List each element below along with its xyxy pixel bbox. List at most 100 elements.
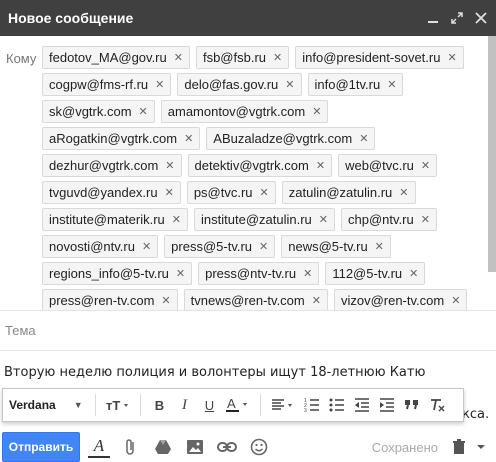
insert-emoji-icon[interactable]: [248, 436, 270, 458]
recipient-chip[interactable]: detektiv@vgtrk.com ✕: [187, 154, 333, 177]
attach-file-icon[interactable]: [120, 436, 142, 458]
align-icon[interactable]: [267, 392, 299, 418]
remove-recipient-icon[interactable]: ✕: [259, 240, 268, 253]
recipient-chip[interactable]: zatulin@zatulin.ru ✕: [281, 181, 416, 204]
remove-recipient-icon[interactable]: ✕: [260, 186, 269, 199]
recipient-chip[interactable]: press@5-tv.ru ✕: [164, 235, 276, 258]
minimize-icon[interactable]: [426, 11, 440, 25]
insert-photo-icon[interactable]: [184, 436, 206, 458]
recipient-chip[interactable]: ps@tvc.ru ✕: [186, 181, 276, 204]
bulleted-list-icon[interactable]: [324, 392, 349, 418]
remove-recipient-icon[interactable]: ✕: [409, 267, 418, 280]
remove-recipient-icon[interactable]: ✕: [421, 159, 430, 172]
popout-icon[interactable]: [450, 11, 464, 25]
compose-titlebar: Новое сообщение: [0, 0, 496, 36]
formatting-options-icon[interactable]: A: [88, 436, 110, 458]
quote-icon[interactable]: [399, 392, 424, 418]
recipient-chips: fedotov_MA@gov.ru ✕ fsb@fsb.ru ✕ info@presid…: [42, 46, 488, 310]
underline-icon[interactable]: U: [197, 392, 222, 418]
recipient-address: tvnews@ren-tv.com: [190, 293, 305, 308]
remove-recipient-icon[interactable]: ✕: [421, 213, 430, 226]
remove-recipient-icon[interactable]: ✕: [316, 159, 325, 172]
remove-recipient-icon[interactable]: ✕: [312, 294, 321, 307]
send-button[interactable]: Отправить: [2, 432, 80, 462]
font-select[interactable]: Verdana ▼: [9, 398, 89, 412]
remove-recipient-icon[interactable]: ✕: [176, 267, 185, 280]
italic-icon[interactable]: I: [172, 392, 197, 418]
recipient-address: ABuzaladze@vgtrk.com: [213, 131, 353, 146]
remove-recipient-icon[interactable]: ✕: [273, 51, 282, 64]
recipient-chip[interactable]: chp@ntv.ru ✕: [340, 208, 437, 231]
recipient-chip[interactable]: news@5-tv.ru ✕: [281, 235, 391, 258]
remove-recipient-icon[interactable]: ✕: [161, 294, 170, 307]
google-drive-icon[interactable]: [152, 436, 174, 458]
recipient-chip[interactable]: tvguvd@yandex.ru ✕: [42, 181, 181, 204]
numbered-list-icon[interactable]: 123: [299, 392, 324, 418]
remove-recipient-icon[interactable]: ✕: [285, 78, 294, 91]
recipient-chip[interactable]: info@1tv.ru ✕: [307, 73, 404, 96]
remove-recipient-icon[interactable]: ✕: [447, 51, 456, 64]
trash-icon[interactable]: [448, 436, 470, 458]
recipient-chip[interactable]: aRogatkin@vgtrk.com ✕: [42, 127, 201, 150]
recipient-chip[interactable]: delo@fas.gov.ru ✕: [177, 73, 302, 96]
recipient-chip[interactable]: press@ntv-tv.ru ✕: [198, 262, 320, 285]
close-icon[interactable]: [474, 11, 488, 25]
recipient-address: zatulin@zatulin.ru: [288, 185, 393, 200]
remove-recipient-icon[interactable]: ✕: [139, 105, 148, 118]
recipient-chip[interactable]: regions_info@5-tv.ru ✕: [42, 262, 193, 285]
window-controls: [426, 11, 496, 25]
remove-recipient-icon[interactable]: ✕: [155, 78, 164, 91]
remove-recipient-icon[interactable]: ✕: [172, 213, 181, 226]
to-label: Кому: [6, 51, 37, 66]
recipient-chip[interactable]: tvnews@ren-tv.com ✕: [183, 289, 328, 310]
remove-recipient-icon[interactable]: ✕: [303, 267, 312, 280]
svg-text:3: 3: [304, 408, 307, 412]
remove-recipient-icon[interactable]: ✕: [312, 105, 321, 118]
recipient-chip[interactable]: institute@zatulin.ru ✕: [194, 208, 335, 231]
remove-recipient-icon[interactable]: ✕: [142, 240, 151, 253]
remove-recipient-icon[interactable]: ✕: [165, 186, 174, 199]
recipient-chip[interactable]: institute@materik.ru ✕: [42, 208, 189, 231]
text-color-icon[interactable]: A: [222, 392, 254, 418]
message-body-line[interactable]: Вторую неделю полиция и волонтеры ищут 1…: [4, 365, 492, 380]
remove-recipient-icon[interactable]: ✕: [451, 294, 460, 307]
subject-field[interactable]: Тема: [0, 312, 496, 348]
insert-link-icon[interactable]: [216, 436, 238, 458]
recipient-chip[interactable]: fedotov_MA@gov.ru ✕: [42, 46, 190, 69]
recipient-chip[interactable]: dezhur@vgtrk.com ✕: [42, 154, 182, 177]
recipient-chip[interactable]: ABuzaladze@vgtrk.com ✕: [206, 127, 376, 150]
more-options-icon[interactable]: [470, 436, 492, 458]
recipient-chip[interactable]: 112@5-tv.ru ✕: [325, 262, 426, 285]
remove-recipient-icon[interactable]: ✕: [184, 132, 193, 145]
remove-recipient-icon[interactable]: ✕: [174, 51, 183, 64]
remove-recipient-icon[interactable]: ✕: [165, 159, 174, 172]
recipient-chip[interactable]: novosti@ntv.ru ✕: [42, 235, 159, 258]
recipient-address: press@5-tv.ru: [171, 239, 253, 254]
recipient-chip[interactable]: cogpw@fms-rf.ru ✕: [42, 73, 172, 96]
recipient-address: ps@tvc.ru: [193, 185, 253, 200]
recipient-chip[interactable]: vizov@ren-tv.com ✕: [333, 289, 468, 310]
font-name: Verdana: [9, 398, 56, 412]
recipient-chip[interactable]: sk@vgtrk.com ✕: [42, 100, 155, 123]
recipients-scrollbar[interactable]: [488, 36, 496, 272]
recipient-address: regions_info@5-tv.ru: [49, 266, 169, 281]
message-body-tail[interactable]: кса.: [462, 407, 489, 422]
recipient-chip[interactable]: press@ren-tv.com ✕: [42, 289, 178, 310]
indent-more-icon[interactable]: [374, 392, 399, 418]
remove-recipient-icon[interactable]: ✕: [399, 186, 408, 199]
recipient-address: detektiv@vgtrk.com: [194, 158, 309, 173]
remove-recipient-icon[interactable]: ✕: [359, 132, 368, 145]
bold-icon[interactable]: B: [147, 392, 172, 418]
recipient-chip[interactable]: web@tvc.ru ✕: [338, 154, 438, 177]
text-size-icon[interactable]: тT: [102, 392, 134, 418]
recipient-chip[interactable]: fsb@fsb.ru ✕: [195, 46, 290, 69]
recipients-field[interactable]: Кому fedotov_MA@gov.ru ✕ fsb@fsb.ru ✕ info@p…: [0, 40, 496, 310]
remove-recipient-icon[interactable]: ✕: [375, 240, 384, 253]
recipient-chip[interactable]: info@president-sovet.ru ✕: [295, 46, 464, 69]
clear-format-icon[interactable]: [424, 392, 449, 418]
recipient-chip[interactable]: amamontov@vgtrk.com ✕: [160, 100, 329, 123]
remove-recipient-icon[interactable]: ✕: [387, 78, 396, 91]
remove-recipient-icon[interactable]: ✕: [319, 213, 328, 226]
indent-less-icon[interactable]: [349, 392, 374, 418]
recipient-address: news@5-tv.ru: [288, 239, 368, 254]
